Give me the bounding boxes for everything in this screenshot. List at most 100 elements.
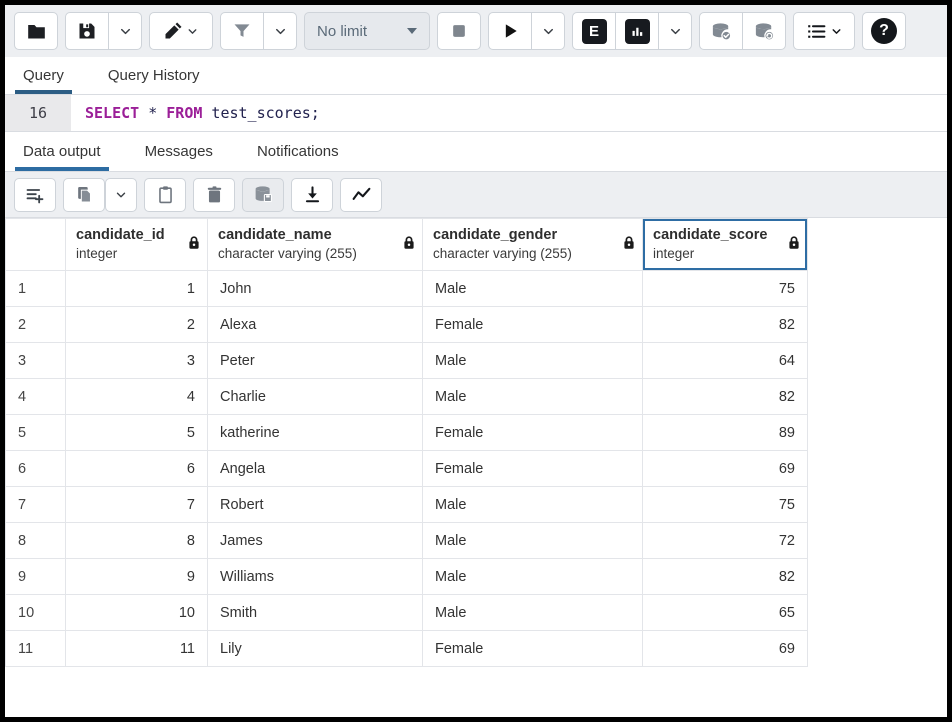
macros-button[interactable] — [793, 12, 855, 50]
data-cell[interactable]: 69 — [643, 451, 808, 487]
column-header[interactable]: candidate_name character varying (255) — [208, 219, 423, 271]
row-number-cell[interactable]: 1 — [6, 271, 66, 307]
row-number-header[interactable] — [6, 219, 66, 271]
data-cell[interactable]: 75 — [643, 271, 808, 307]
data-cell[interactable]: Williams — [208, 559, 423, 595]
column-header[interactable]: candidate_id integer — [66, 219, 208, 271]
cancel-query-button[interactable] — [437, 12, 481, 50]
data-cell[interactable]: 82 — [643, 307, 808, 343]
row-number-cell[interactable]: 4 — [6, 379, 66, 415]
download-button[interactable] — [291, 178, 333, 212]
lock-icon — [788, 235, 800, 255]
copy-button[interactable] — [63, 178, 105, 212]
commit-button[interactable] — [699, 12, 743, 50]
explain-button[interactable]: E — [572, 12, 616, 50]
data-cell[interactable]: Male — [423, 487, 643, 523]
data-cell[interactable]: Female — [423, 631, 643, 667]
data-cell[interactable]: Male — [423, 379, 643, 415]
delete-button[interactable] — [193, 178, 235, 212]
data-cell[interactable]: 2 — [66, 307, 208, 343]
data-cell[interactable]: Female — [423, 307, 643, 343]
explain-dropdown-button[interactable] — [658, 12, 692, 50]
data-grid: candidate_id integer candidate_name char… — [5, 218, 947, 717]
data-cell[interactable]: 10 — [66, 595, 208, 631]
copy-dropdown-button[interactable] — [105, 178, 137, 212]
add-row-button[interactable] — [14, 178, 56, 212]
help-button[interactable]: ? — [862, 12, 906, 50]
data-cell[interactable]: 82 — [643, 379, 808, 415]
data-cell[interactable]: Alexa — [208, 307, 423, 343]
row-number-cell[interactable]: 7 — [6, 487, 66, 523]
data-cell[interactable]: 11 — [66, 631, 208, 667]
chevron-down-icon — [830, 25, 843, 38]
open-file-button[interactable] — [14, 12, 58, 50]
data-cell[interactable]: katherine — [208, 415, 423, 451]
tab-query[interactable]: Query — [19, 57, 68, 94]
data-cell[interactable]: 7 — [66, 487, 208, 523]
data-cell[interactable]: Angela — [208, 451, 423, 487]
data-cell[interactable]: Male — [423, 343, 643, 379]
edit-dropdown-button[interactable] — [149, 12, 213, 50]
data-cell[interactable]: 1 — [66, 271, 208, 307]
data-cell[interactable]: 9 — [66, 559, 208, 595]
column-header[interactable]: candidate_gender character varying (255) — [423, 219, 643, 271]
data-cell[interactable]: Female — [423, 415, 643, 451]
data-cell[interactable]: 65 — [643, 595, 808, 631]
download-icon — [303, 185, 322, 204]
execute-button[interactable] — [488, 12, 532, 50]
data-cell[interactable]: 69 — [643, 631, 808, 667]
row-number-cell[interactable]: 3 — [6, 343, 66, 379]
filter-dropdown-button[interactable] — [263, 12, 297, 50]
data-cell[interactable]: Male — [423, 523, 643, 559]
data-cell[interactable]: 89 — [643, 415, 808, 451]
save-button[interactable] — [65, 12, 109, 50]
data-cell[interactable]: 75 — [643, 487, 808, 523]
row-number-cell[interactable]: 11 — [6, 631, 66, 667]
data-cell[interactable]: 82 — [643, 559, 808, 595]
data-cell[interactable]: Male — [423, 559, 643, 595]
data-cell[interactable]: 6 — [66, 451, 208, 487]
data-cell[interactable]: Male — [423, 271, 643, 307]
data-cell[interactable]: 5 — [66, 415, 208, 451]
column-header[interactable]: candidate_score integer — [643, 219, 808, 271]
data-cell[interactable]: Male — [423, 595, 643, 631]
graph-visualiser-button[interactable] — [340, 178, 382, 212]
data-cell[interactable]: James — [208, 523, 423, 559]
row-limit-select[interactable]: No limit — [304, 12, 430, 50]
data-cell[interactable]: 4 — [66, 379, 208, 415]
sql-keyword: SELECT — [85, 104, 139, 122]
data-cell[interactable]: 3 — [66, 343, 208, 379]
filter-button[interactable] — [220, 12, 264, 50]
tab-notifications[interactable]: Notifications — [253, 132, 343, 171]
data-cell[interactable]: Smith — [208, 595, 423, 631]
rollback-button[interactable] — [742, 12, 786, 50]
row-number-cell[interactable]: 5 — [6, 415, 66, 451]
data-cell[interactable]: John — [208, 271, 423, 307]
data-cell[interactable]: 64 — [643, 343, 808, 379]
save-dropdown-button[interactable] — [108, 12, 142, 50]
tab-messages[interactable]: Messages — [141, 132, 217, 171]
sql-code-line[interactable]: SELECT * FROM test_scores; — [71, 95, 320, 131]
data-cell[interactable]: Female — [423, 451, 643, 487]
table-row: 66AngelaFemale69 — [6, 451, 808, 487]
column-name: candidate_name — [218, 226, 396, 245]
data-cell[interactable]: 8 — [66, 523, 208, 559]
data-cell[interactable]: Robert — [208, 487, 423, 523]
data-cell[interactable]: Lily — [208, 631, 423, 667]
tab-data-output[interactable]: Data output — [19, 132, 105, 171]
row-number-cell[interactable]: 2 — [6, 307, 66, 343]
row-number-cell[interactable]: 8 — [6, 523, 66, 559]
row-number-cell[interactable]: 6 — [6, 451, 66, 487]
row-number-cell[interactable]: 10 — [6, 595, 66, 631]
save-data-changes-button[interactable] — [242, 178, 284, 212]
execute-dropdown-button[interactable] — [531, 12, 565, 50]
paste-button[interactable] — [144, 178, 186, 212]
row-number-cell[interactable]: 9 — [6, 559, 66, 595]
data-cell[interactable]: 72 — [643, 523, 808, 559]
data-cell[interactable]: Peter — [208, 343, 423, 379]
sql-editor[interactable]: 16 SELECT * FROM test_scores; — [5, 95, 947, 132]
explain-analyze-button[interactable] — [615, 12, 659, 50]
tab-query-history[interactable]: Query History — [104, 57, 204, 94]
grid-toolbar — [5, 172, 947, 218]
data-cell[interactable]: Charlie — [208, 379, 423, 415]
